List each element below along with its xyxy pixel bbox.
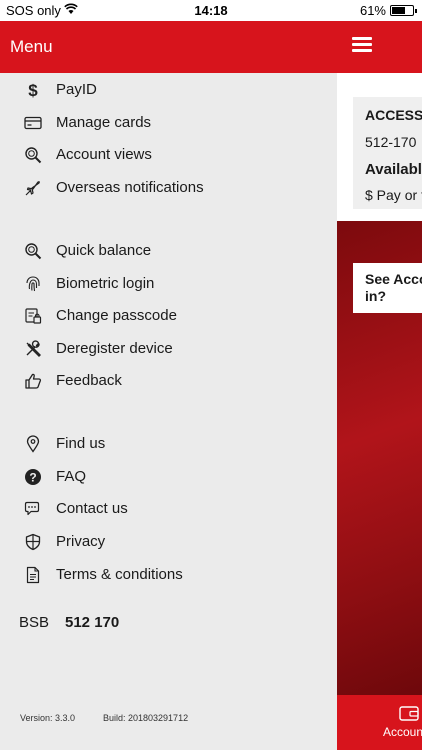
menu-item-privacy[interactable]: Privacy	[0, 529, 337, 559]
account-card[interactable]: ACCESS 512-170 Availabl $ Pay or t	[353, 97, 422, 209]
menu-item-terms-conditions[interactable]: Terms & conditions	[0, 562, 337, 592]
shield-icon	[24, 532, 42, 552]
wallet-icon	[399, 705, 419, 721]
menu-item-find-us[interactable]: Find us	[0, 431, 337, 461]
app-screen: SOS only 14:18 61% Menu $ PayID Manage c…	[0, 0, 422, 750]
question-icon: ?	[24, 467, 42, 487]
menu-item-label: Manage cards	[56, 114, 152, 131]
card-icon	[24, 113, 42, 133]
menu-item-payid[interactable]: $ PayID	[0, 77, 337, 107]
pay-or-transfer-link[interactable]: $ Pay or t	[365, 187, 422, 203]
menu-header: Menu	[0, 21, 422, 73]
menu-item-label: Quick balance	[56, 242, 152, 259]
document-icon	[24, 565, 42, 585]
battery-percent: 61%	[359, 3, 386, 18]
side-drawer: $ PayID Manage cards Account views Overs…	[0, 73, 337, 750]
promo-box[interactable]: See Acco in?	[353, 263, 422, 313]
hamburger-menu-icon[interactable]	[352, 37, 372, 53]
menu-item-account-views[interactable]: Account views	[0, 142, 337, 172]
fingerprint-icon	[24, 274, 42, 294]
menu-title: Menu	[10, 37, 53, 56]
menu-item-manage-cards[interactable]: Manage cards	[0, 110, 337, 140]
svg-text:?: ?	[29, 471, 36, 485]
menu-item-biometric-login[interactable]: Biometric login	[0, 271, 337, 301]
menu-item-label: Account views	[56, 146, 152, 163]
app-build: Build: 201803291712	[103, 713, 189, 723]
menu-item-label: Biometric login	[56, 275, 155, 292]
app-version: Version: 3.3.0	[20, 713, 76, 723]
menu-item-label: Privacy	[56, 533, 106, 550]
promo-banner: See Acco in?	[337, 221, 422, 695]
menu-item-label: FAQ	[56, 468, 87, 485]
location-pin-icon	[24, 434, 42, 454]
menu-item-quick-balance[interactable]: Quick balance	[0, 238, 337, 268]
menu-item-overseas-notifications[interactable]: Overseas notifications	[0, 175, 337, 205]
plane-icon	[24, 178, 42, 198]
menu-item-feedback[interactable]: Feedback	[0, 368, 337, 398]
menu-item-faq[interactable]: ? FAQ	[0, 464, 337, 494]
account-bsb: 512-170	[365, 134, 417, 150]
menu-item-deregister-device[interactable]: Deregister device	[0, 336, 337, 366]
bsb-info: BSB 512 170	[19, 614, 119, 631]
account-name: ACCESS	[365, 107, 422, 123]
dollar-icon: $	[24, 80, 42, 100]
magnifier-icon	[24, 241, 42, 261]
menu-item-label: PayID	[56, 81, 97, 98]
chat-icon	[24, 499, 42, 519]
promo-line-1: See Acco	[365, 271, 422, 287]
clock: 14:18	[194, 3, 228, 18]
menu-item-label: Deregister device	[56, 340, 173, 357]
magnifier-icon	[24, 145, 42, 165]
tools-icon	[24, 339, 42, 359]
main-content-peek[interactable]: ACCESS 512-170 Availabl $ Pay or t See A…	[337, 73, 422, 750]
status-bar: SOS only 14:18 61%	[0, 0, 422, 21]
menu-item-label: Feedback	[56, 372, 122, 389]
menu-item-label: Find us	[56, 435, 106, 452]
tab-accounts-label: Accoun	[383, 725, 422, 739]
passcode-icon	[24, 306, 42, 326]
thumbs-up-icon	[24, 371, 42, 391]
menu-item-label: Terms & conditions	[56, 566, 183, 583]
menu-item-change-passcode[interactable]: Change passcode	[0, 303, 337, 333]
menu-item-contact-us[interactable]: Contact us	[0, 496, 337, 526]
menu-item-label: Overseas notifications	[56, 179, 204, 196]
bsb-label: BSB	[19, 614, 50, 631]
bsb-value: 512 170	[65, 614, 120, 631]
promo-line-2: in?	[365, 288, 386, 304]
available-balance-label: Availabl	[365, 161, 422, 178]
menu-item-label: Contact us	[56, 500, 128, 517]
menu-item-label: Change passcode	[56, 307, 177, 324]
battery-icon	[390, 5, 417, 16]
tab-accounts[interactable]: Accoun	[337, 695, 422, 750]
svg-text:$: $	[28, 81, 38, 99]
